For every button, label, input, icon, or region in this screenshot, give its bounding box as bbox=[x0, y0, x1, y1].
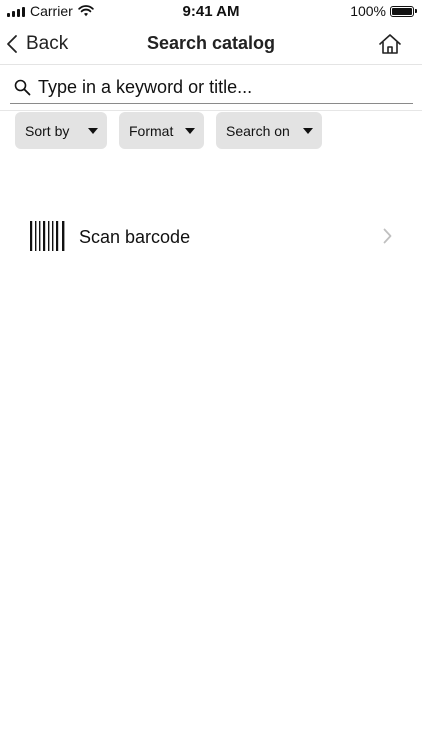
sort-by-label: Sort by bbox=[25, 122, 70, 139]
page-title: Search catalog bbox=[146, 33, 276, 53]
caret-down-icon bbox=[88, 127, 98, 134]
home-button[interactable] bbox=[376, 30, 404, 58]
filter-bar: Sort by Format Search on bbox=[15, 112, 322, 149]
chevron-right-icon bbox=[383, 228, 392, 244]
format-button[interactable]: Format bbox=[119, 112, 204, 149]
sort-by-button[interactable]: Sort by bbox=[15, 112, 107, 149]
caret-down-icon bbox=[185, 127, 195, 134]
search-input[interactable] bbox=[36, 77, 398, 98]
battery-percent: 100% bbox=[350, 3, 386, 19]
search-on-button[interactable]: Search on bbox=[216, 112, 322, 149]
search-on-label: Search on bbox=[226, 122, 290, 139]
battery-fill bbox=[392, 7, 412, 15]
nav-bar: Back Search catalog bbox=[0, 24, 422, 65]
status-right: 100% bbox=[350, 3, 417, 19]
format-label: Format bbox=[129, 122, 174, 139]
search-divider bbox=[0, 110, 422, 111]
search-icon bbox=[14, 79, 31, 96]
scan-barcode-label: Scan barcode bbox=[79, 227, 191, 247]
barcode-icon bbox=[30, 221, 65, 251]
search-bar bbox=[10, 72, 413, 104]
battery-cap bbox=[415, 9, 417, 13]
search-icon-wrapper bbox=[14, 79, 36, 96]
home-icon bbox=[379, 34, 401, 54]
scan-barcode-row[interactable]: Scan barcode bbox=[0, 212, 422, 262]
caret-down-icon bbox=[303, 127, 313, 134]
status-bar: Carrier 9:41 AM 100% bbox=[0, 0, 422, 24]
battery-icon bbox=[390, 5, 417, 17]
